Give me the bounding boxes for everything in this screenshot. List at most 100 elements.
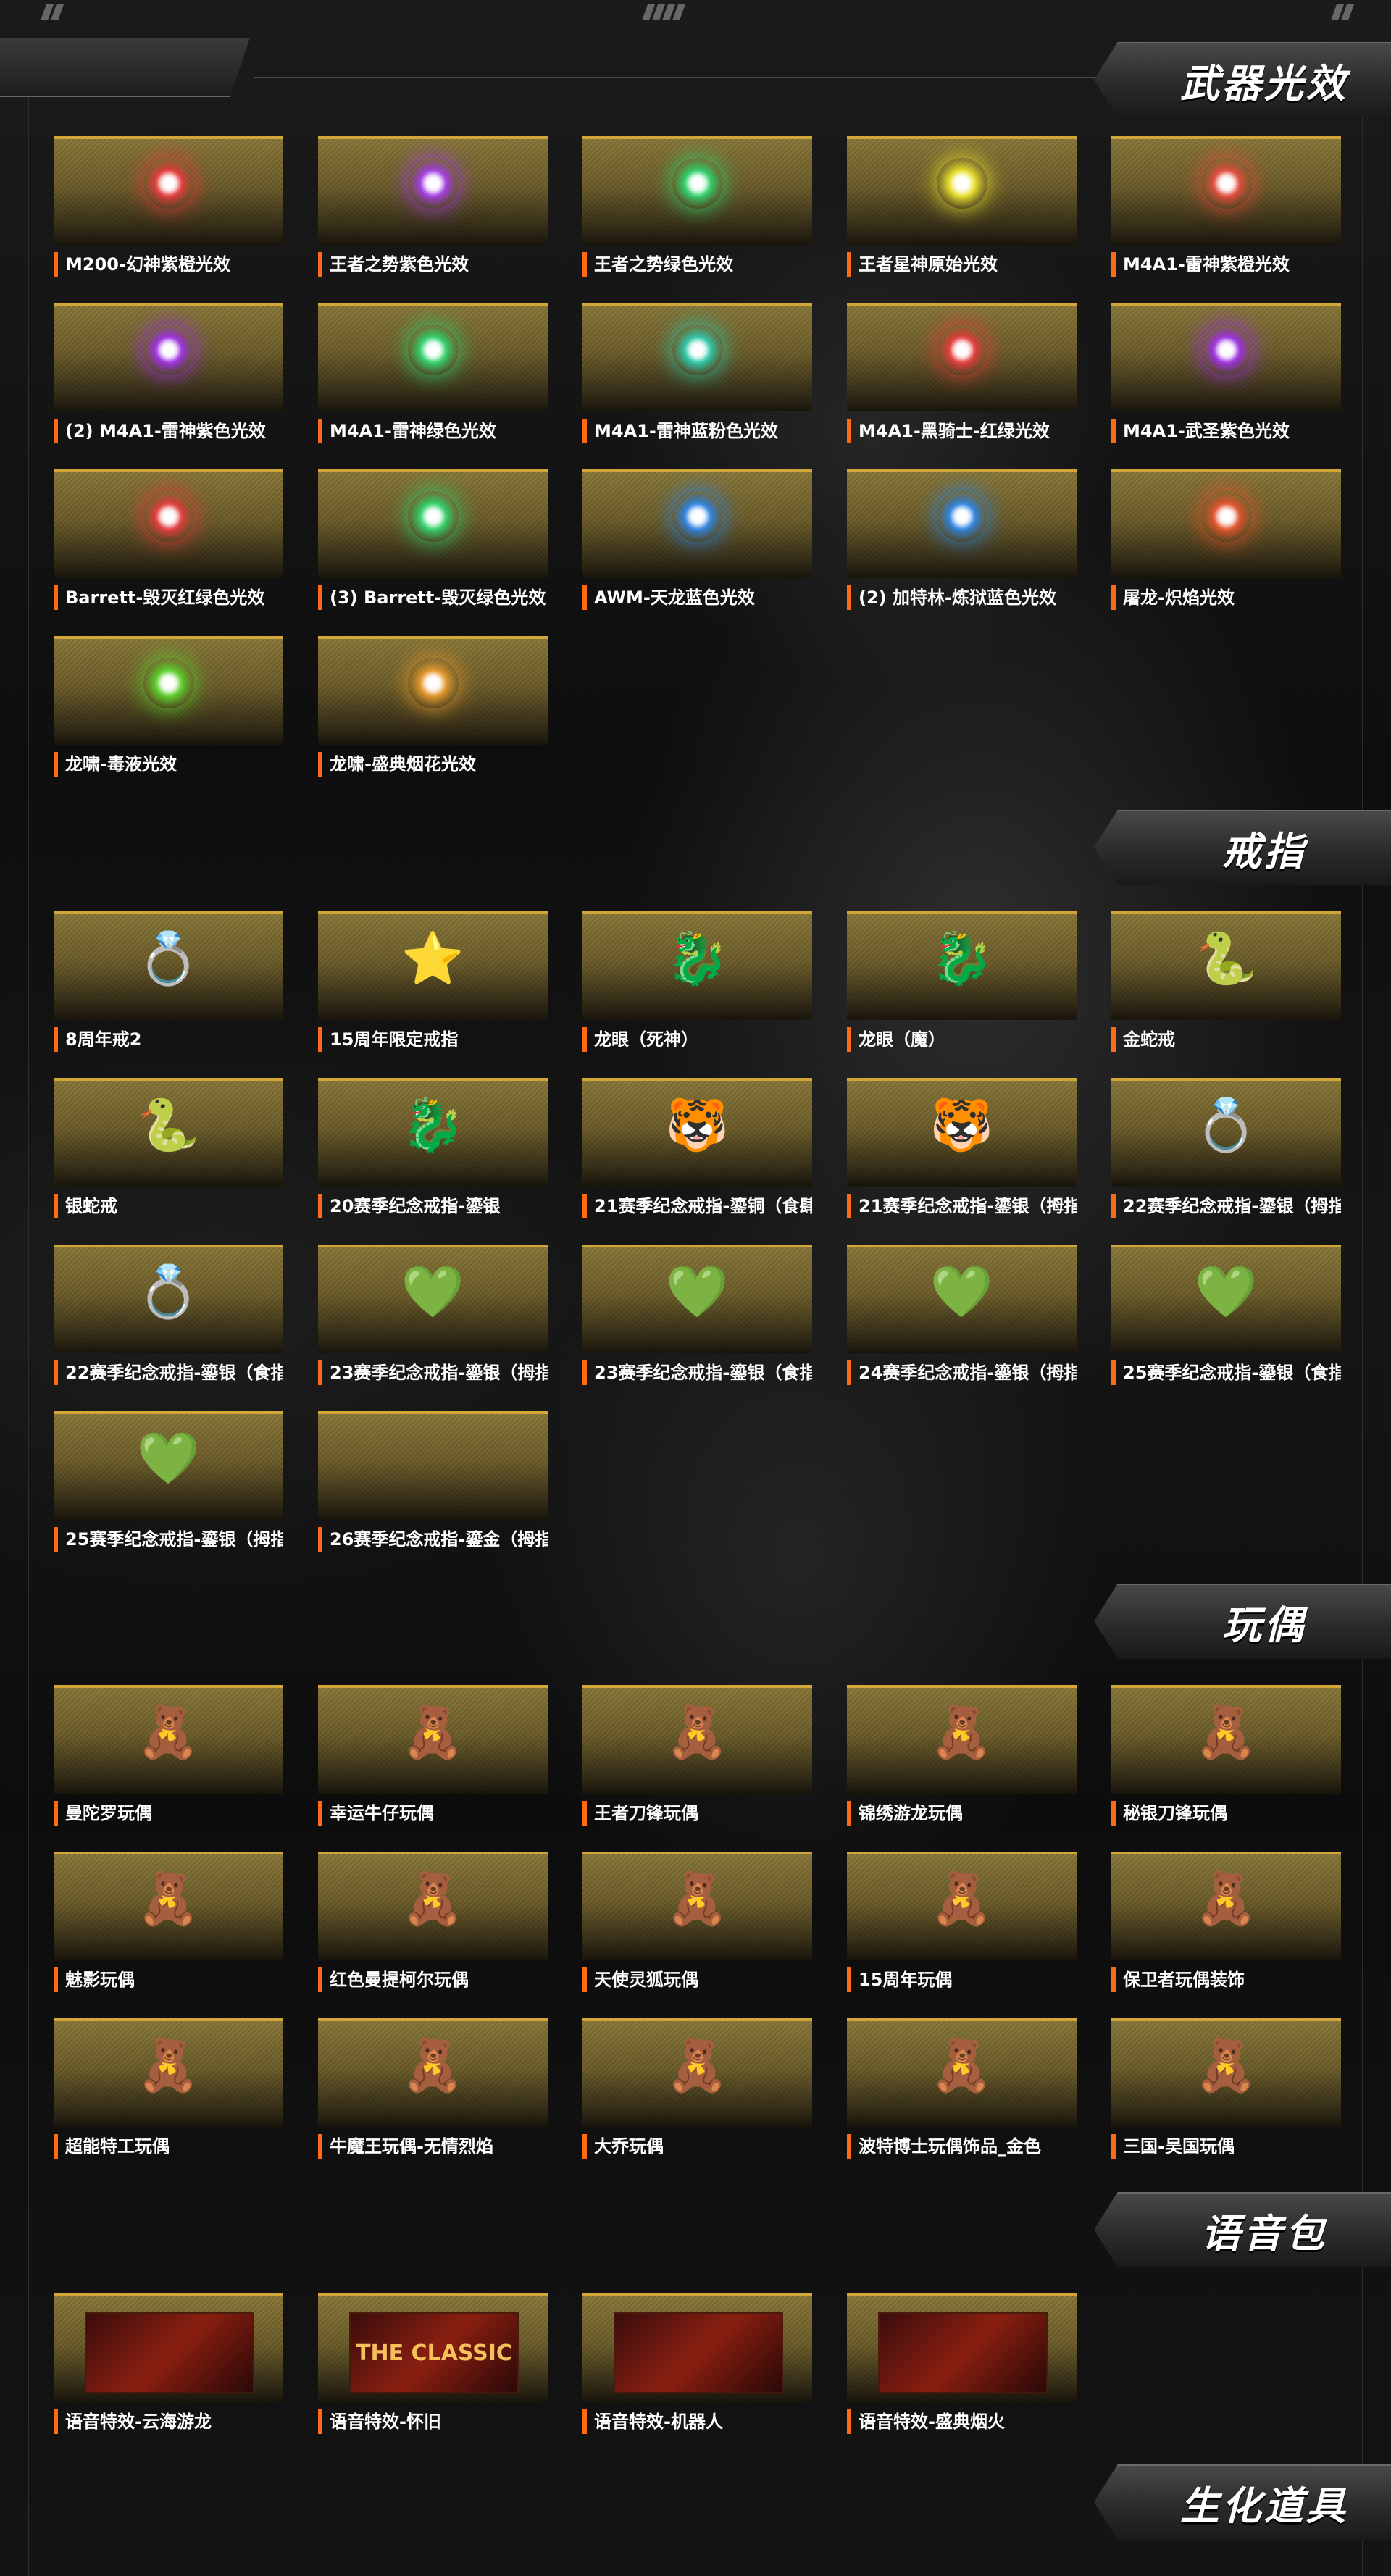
item-card[interactable]: (3) Barrett-毁灭绿色光效	[318, 469, 548, 614]
item-card[interactable]: 🧸 15周年玩偶	[847, 1852, 1077, 1996]
item-card[interactable]: 🧸 三国-吴国玩偶	[1111, 2018, 1341, 2163]
item-thumbnail	[318, 303, 548, 411]
item-card[interactable]: 💚 24赛季纪念戒指-鎏银（拇指	[847, 1245, 1077, 1389]
item-card[interactable]: (2) 加特林-炼狱蓝色光效	[847, 469, 1077, 614]
item-card[interactable]: M4A1-黑骑士-红绿光效	[847, 303, 1077, 448]
item-card[interactable]: 26赛季纪念戒指-鎏金（拇指	[318, 1411, 548, 1556]
item-card[interactable]: 龙啸-盛典烟花光效	[318, 636, 548, 781]
item-card[interactable]: 🐉 龙眼（死神）	[582, 911, 812, 1056]
item-card[interactable]: 🧸 保卫者玩偶装饰	[1111, 1852, 1341, 1996]
item-card[interactable]: 🐉 龙眼（魔）	[847, 911, 1077, 1056]
item-thumbnail	[582, 303, 812, 411]
item-card[interactable]: 🧸 牛魔王玩偶-无情烈焰	[318, 2018, 548, 2163]
item-card[interactable]: 语音特效-机器人	[582, 2293, 812, 2438]
item-thumbnail: 💚	[318, 1245, 548, 1353]
item-card[interactable]: 🧸 秘银刀锋玩偶	[1111, 1685, 1341, 1830]
doll-icon: 🧸	[401, 1702, 465, 1762]
doll-icon: 🧸	[401, 2036, 465, 2096]
item-card[interactable]: 🧸 魅影玩偶	[54, 1852, 283, 1996]
item-card[interactable]: 🧸 幸运牛仔玩偶	[318, 1685, 548, 1830]
item-card[interactable]: M4A1-武圣紫色光效	[1111, 303, 1341, 448]
voice-pack-art: THE CLASSIC	[349, 2312, 519, 2393]
item-card[interactable]: 🧸 红色曼提柯尔玩偶	[318, 1852, 548, 1996]
item-card[interactable]: 王者之势绿色光效	[582, 136, 812, 281]
doll-icon: 🧸	[1194, 1702, 1258, 1762]
item-label: 15周年限定戒指	[318, 1027, 548, 1052]
item-card[interactable]: 🐍 金蛇戒	[1111, 911, 1341, 1056]
item-card[interactable]: 🧸 波特博士玩偶饰品_金色	[847, 2018, 1077, 2163]
light-orb-icon	[672, 325, 723, 376]
item-card[interactable]: 语音特效-盛典烟火	[847, 2293, 1077, 2438]
item-thumbnail: THE CLASSIC	[318, 2293, 548, 2402]
item-card[interactable]: 🐯 21赛季纪念戒指-鎏铜（食肆	[582, 1078, 812, 1223]
item-card[interactable]: M200-幻神紫橙光效	[54, 136, 283, 281]
item-card[interactable]: 🧸 大乔玩偶	[582, 2018, 812, 2163]
light-orb-icon	[936, 325, 987, 376]
item-card[interactable]: 王者之势紫色光效	[318, 136, 548, 281]
item-card[interactable]: 🧸 超能特工玩偶	[54, 2018, 283, 2163]
item-label: M4A1-黑骑士-红绿光效	[847, 419, 1077, 443]
item-label: 王者刀锋玩偶	[582, 1801, 812, 1826]
item-label: 25赛季纪念戒指-鎏银（食指	[1111, 1360, 1341, 1385]
item-card[interactable]: 🧸 曼陀罗玩偶	[54, 1685, 283, 1830]
item-card[interactable]: Barrett-毁灭红绿色光效	[54, 469, 283, 614]
item-label: 语音特效-机器人	[582, 2409, 812, 2434]
item-card[interactable]: 语音特效-云海游龙	[54, 2293, 283, 2438]
item-card[interactable]: AWM-天龙蓝色光效	[582, 469, 812, 614]
item-label: 锦绣游龙玩偶	[847, 1801, 1077, 1826]
item-thumbnail: 🐍	[54, 1078, 283, 1187]
item-thumbnail	[582, 469, 812, 578]
doll-icon: 🧸	[1194, 1869, 1258, 1929]
item-thumbnail: 💚	[847, 1245, 1077, 1353]
light-orb-icon	[1200, 491, 1252, 543]
item-card[interactable]: 💍 22赛季纪念戒指-鎏银（拇指	[1111, 1078, 1341, 1223]
item-card[interactable]: 龙啸-毒液光效	[54, 636, 283, 781]
item-thumbnail: 🧸	[1111, 1852, 1341, 1960]
item-label: M200-幻神紫橙光效	[54, 252, 283, 277]
item-card[interactable]: 🐉 20赛季纪念戒指-鎏银	[318, 1078, 548, 1223]
doll-icon: 🧸	[930, 1702, 994, 1762]
item-card[interactable]: 屠龙-炽焰光效	[1111, 469, 1341, 614]
item-label: 超能特工玩偶	[54, 2134, 283, 2159]
item-card[interactable]: 💚 23赛季纪念戒指-鎏银（食指	[582, 1245, 812, 1389]
light-orb-icon	[407, 325, 459, 376]
section-header-weapon_fx: 武器光效	[1094, 42, 1391, 117]
item-card[interactable]: M4A1-雷神绿色光效	[318, 303, 548, 448]
item-card[interactable]: 🧸 王者刀锋玩偶	[582, 1685, 812, 1830]
light-orb-icon	[407, 158, 459, 209]
item-card[interactable]: 🧸 天使灵狐玩偶	[582, 1852, 812, 1996]
item-thumbnail	[847, 303, 1077, 411]
item-card[interactable]: 💚 23赛季纪念戒指-鎏银（拇指	[318, 1245, 548, 1389]
item-card[interactable]: ⭐ 15周年限定戒指	[318, 911, 548, 1056]
item-card[interactable]: 💚 25赛季纪念戒指-鎏银（拇指	[54, 1411, 283, 1556]
dragon-ring-icon: 🐉	[665, 929, 730, 989]
item-label: 牛魔王玩偶-无情烈焰	[318, 2134, 548, 2159]
item-label: 银蛇戒	[54, 1194, 283, 1218]
doll-icon: 🧸	[136, 1869, 201, 1929]
item-thumbnail: 🐉	[582, 911, 812, 1020]
doll-icon: 🧸	[136, 2036, 201, 2096]
item-thumbnail: ⭐	[318, 911, 548, 1020]
gem-ring-icon: 💚	[401, 1262, 465, 1322]
item-label: 波特博士玩偶饰品_金色	[847, 2134, 1077, 2159]
item-label: 21赛季纪念戒指-鎏银（拇指	[847, 1194, 1077, 1218]
item-card[interactable]: 💍 8周年戒2	[54, 911, 283, 1056]
light-orb-icon	[143, 158, 194, 209]
item-card[interactable]: 王者星神原始光效	[847, 136, 1077, 281]
item-card[interactable]: 🧸 锦绣游龙玩偶	[847, 1685, 1077, 1830]
item-label: 22赛季纪念戒指-鎏银（食指	[54, 1360, 283, 1385]
item-card[interactable]: M4A1-雷神紫橙光效	[1111, 136, 1341, 281]
doll-icon: 🧸	[136, 1702, 201, 1762]
item-card[interactable]: 🐯 21赛季纪念戒指-鎏银（拇指	[847, 1078, 1077, 1223]
item-label: 23赛季纪念戒指-鎏银（拇指	[318, 1360, 548, 1385]
item-card[interactable]: 💍 22赛季纪念戒指-鎏银（食指	[54, 1245, 283, 1389]
item-thumbnail: 🧸	[54, 1852, 283, 1960]
item-thumbnail: 🧸	[318, 2018, 548, 2127]
item-card[interactable]: M4A1-雷神蓝粉色光效	[582, 303, 812, 448]
item-card[interactable]: 💚 25赛季纪念戒指-鎏银（食指	[1111, 1245, 1341, 1389]
item-card[interactable]: THE CLASSIC 语音特效-怀旧	[318, 2293, 548, 2438]
item-card[interactable]: (2) M4A1-雷神紫色光效	[54, 303, 283, 448]
item-card[interactable]: 🐍 银蛇戒	[54, 1078, 283, 1223]
item-thumbnail: 💍	[1111, 1078, 1341, 1187]
item-thumbnail: 🧸	[1111, 1685, 1341, 1794]
